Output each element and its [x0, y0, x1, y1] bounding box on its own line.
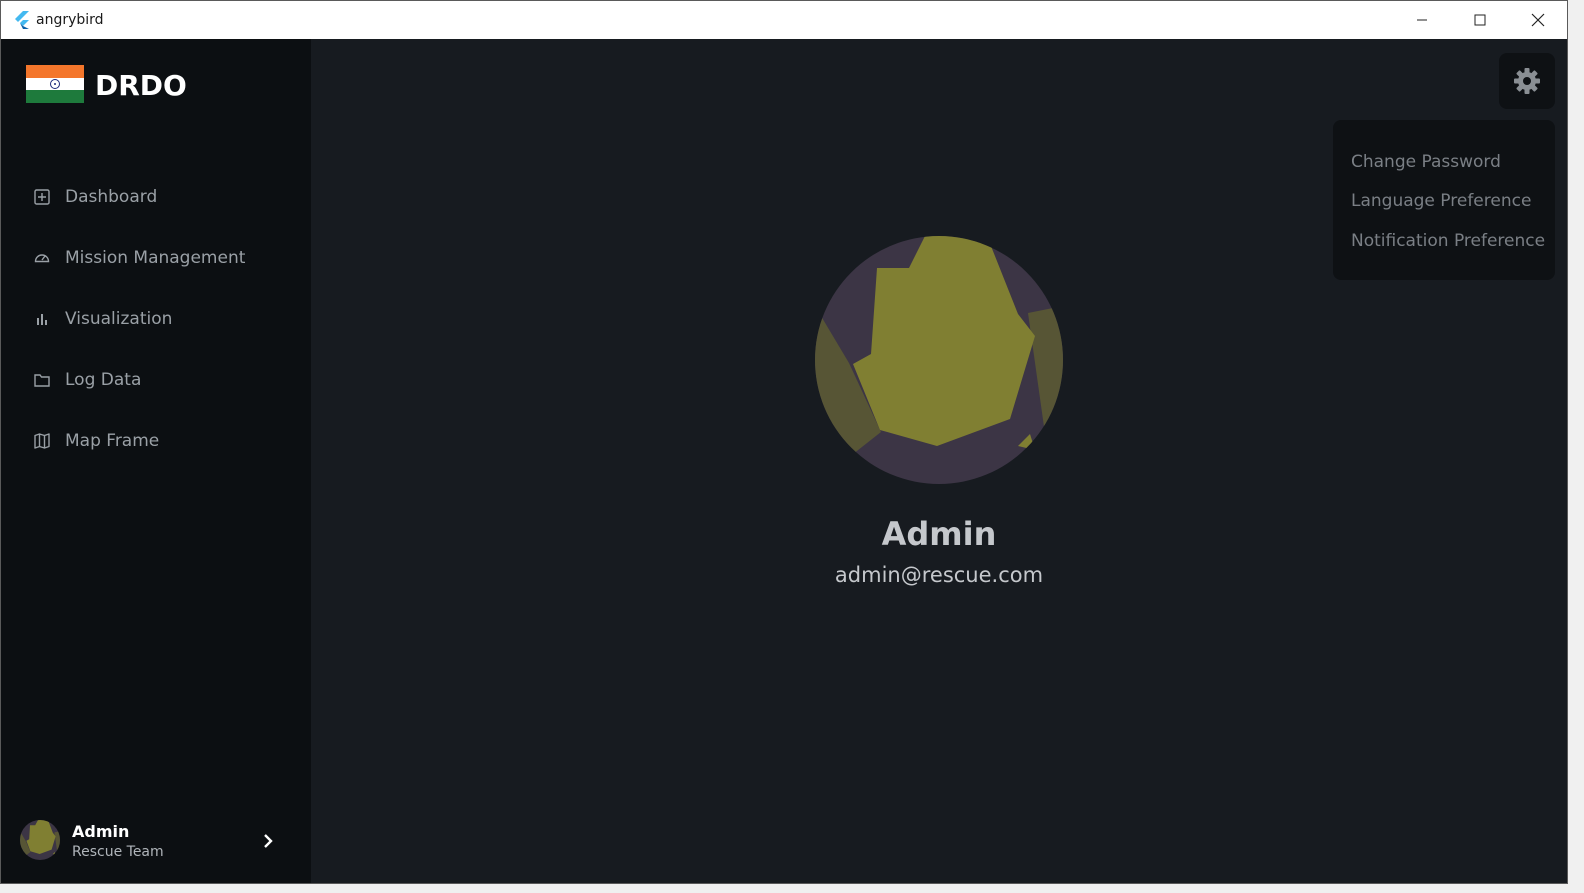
user-name: Admin [72, 822, 130, 841]
sidebar-item-label: Mission Management [65, 247, 246, 268]
sidebar-nav: Dashboard Mission Management Visualizati… [1, 166, 311, 471]
menu-item-language-preference[interactable]: Language Preference [1333, 182, 1555, 222]
sidebar-item-log-data[interactable]: Log Data [1, 349, 311, 410]
profile-email: admin@rescue.com [834, 563, 1044, 587]
folder-icon [34, 373, 50, 387]
gear-icon [1514, 68, 1540, 94]
settings-button[interactable] [1499, 53, 1555, 109]
minimize-icon [1417, 19, 1427, 21]
maximize-button[interactable] [1457, 1, 1503, 39]
maximize-icon [1474, 14, 1486, 26]
menu-item-notification-preference[interactable]: Notification Preference [1333, 221, 1555, 261]
window-title: angrybird [36, 12, 104, 28]
avatar [20, 820, 60, 860]
brand-title: DRDO [95, 69, 187, 102]
title-bar: angrybird [1, 1, 1567, 39]
india-flag-icon [26, 65, 84, 103]
bar-chart-icon [37, 313, 47, 325]
sidebar-item-map-frame[interactable]: Map Frame [1, 410, 311, 471]
app-window: angrybird DRDO Dashboard Mission Managem… [0, 0, 1568, 884]
sidebar-user-card[interactable]: Admin Rescue Team [1, 814, 311, 870]
map-icon [34, 432, 50, 449]
minimize-button[interactable] [1399, 1, 1445, 39]
sidebar-item-label: Dashboard [65, 186, 158, 207]
sidebar: DRDO Dashboard Mission Management Visual… [1, 39, 311, 883]
sidebar-item-dashboard[interactable]: Dashboard [1, 166, 311, 227]
menu-item-change-password[interactable]: Change Password [1333, 142, 1555, 182]
close-button[interactable] [1515, 1, 1561, 39]
sidebar-item-label: Map Frame [65, 430, 160, 451]
dashboard-icon [34, 188, 50, 205]
profile-avatar [815, 236, 1063, 484]
main-content: Change Password Language Preference Noti… [311, 39, 1567, 883]
gauge-icon [34, 253, 50, 262]
chevron-right-icon [264, 834, 273, 848]
user-role: Rescue Team [72, 844, 164, 860]
sidebar-item-visualization[interactable]: Visualization [1, 288, 311, 349]
settings-dropdown-menu: Change Password Language Preference Noti… [1333, 120, 1555, 280]
close-icon [1531, 13, 1545, 27]
sidebar-item-label: Log Data [65, 369, 142, 390]
sidebar-item-mission-management[interactable]: Mission Management [1, 227, 311, 288]
sidebar-item-label: Visualization [65, 308, 173, 329]
profile-name: Admin [881, 515, 997, 553]
flutter-logo-icon [15, 11, 29, 29]
